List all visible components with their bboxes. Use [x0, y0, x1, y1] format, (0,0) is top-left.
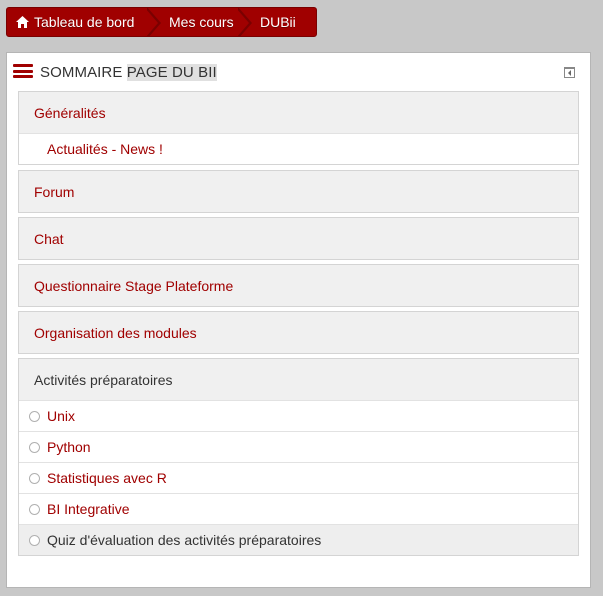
section-questionnaire-link[interactable]: Questionnaire Stage Plateforme — [19, 265, 578, 306]
section-forum: Forum — [18, 170, 579, 213]
section-activites-title: Activités préparatoires — [19, 359, 578, 400]
empty-radio-icon — [29, 472, 40, 484]
activity-bi-integrative[interactable]: BI Integrative — [19, 493, 578, 524]
activity-statistiques-r[interactable]: Statistiques avec R — [19, 462, 578, 493]
activity-label: BI Integrative — [47, 501, 130, 517]
section-chat-link[interactable]: Chat — [19, 218, 578, 259]
activity-quiz-evaluation: Quiz d'évaluation des activités préparat… — [19, 524, 578, 555]
hamburger-menu-icon[interactable] — [13, 64, 33, 78]
activity-label: Unix — [47, 408, 76, 424]
activity-label: Statistiques avec R — [47, 470, 167, 486]
section-questionnaire: Questionnaire Stage Plateforme — [18, 264, 579, 307]
activity-python[interactable]: Python — [19, 431, 578, 462]
section-generalites: Généralités Actualités - News ! — [18, 91, 579, 165]
empty-radio-icon — [29, 503, 40, 515]
breadcrumb-current-label: DUBii — [260, 14, 296, 30]
block-title-highlight: PAGE DU BII — [126, 64, 217, 81]
activity-label: Python — [47, 439, 91, 455]
activity-label: Quiz d'évaluation des activités préparat… — [47, 532, 322, 548]
section-chat: Chat — [18, 217, 579, 260]
activity-news-forum[interactable]: Actualités - News ! — [19, 133, 578, 164]
block-title-prefix: SOMMAIRE — [40, 64, 127, 81]
section-organisation-link[interactable]: Organisation des modules — [19, 312, 578, 353]
breadcrumb-separator — [145, 8, 161, 36]
home-icon — [16, 16, 29, 28]
section-forum-link[interactable]: Forum — [19, 171, 578, 212]
section-activites: Activités préparatoires Unix Python Stat… — [18, 358, 579, 556]
block-title: SOMMAIRE PAGE DU BII — [40, 64, 217, 81]
breadcrumb-dashboard[interactable]: Tableau de bord — [7, 8, 161, 36]
activity-unix[interactable]: Unix — [19, 400, 578, 431]
section-generalites-link[interactable]: Généralités — [19, 92, 578, 133]
breadcrumb-my-courses-label: Mes cours — [169, 14, 234, 30]
section-organisation: Organisation des modules — [18, 311, 579, 354]
block-header: SOMMAIRE PAGE DU BII — [7, 53, 590, 89]
course-summary-block: SOMMAIRE PAGE DU BII Généralités Actuali… — [6, 52, 591, 588]
empty-radio-icon — [29, 410, 40, 422]
breadcrumb: Tableau de bord Mes cours DUBii — [6, 7, 317, 37]
empty-radio-icon — [29, 534, 40, 546]
breadcrumb-separator — [236, 8, 252, 36]
dock-block-icon[interactable] — [564, 67, 575, 78]
empty-radio-icon — [29, 441, 40, 453]
breadcrumb-dashboard-label: Tableau de bord — [34, 14, 135, 30]
